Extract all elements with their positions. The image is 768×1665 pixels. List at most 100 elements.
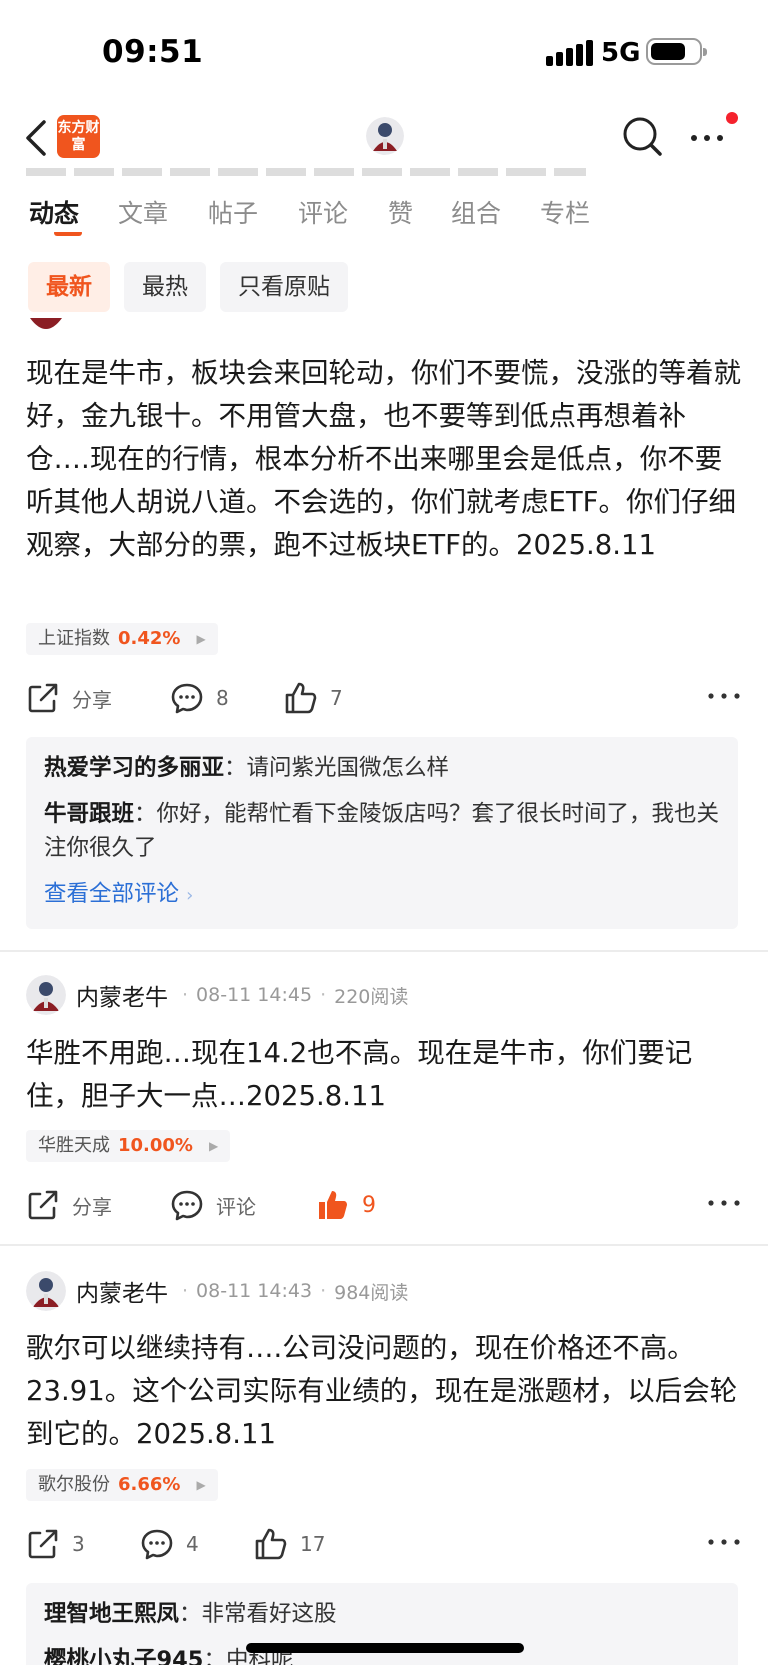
post-text[interactable]: 现在是牛市，板块会来回轮动，你们不要慌，没涨的等着就好，金九银十。不用管大盘，也…	[26, 352, 742, 567]
comment-author[interactable]: 热爱学习的多丽亚	[44, 755, 224, 781]
tab-likes[interactable]: 赞	[388, 194, 413, 230]
author-name[interactable]: 内蒙老牛	[76, 978, 168, 1012]
author-name[interactable]: 内蒙老牛	[76, 1274, 168, 1308]
tab-dynamics[interactable]: 动态	[29, 194, 79, 230]
share-label: 分享	[72, 687, 112, 712]
nav-bar: 东方财富	[0, 104, 768, 174]
search-icon[interactable]	[620, 114, 664, 160]
comment-button[interactable]: 4	[140, 1524, 199, 1564]
stock-name: 上证指数	[38, 628, 110, 649]
filter-hot[interactable]: 最热	[124, 262, 206, 312]
like-button[interactable]: 9	[316, 1185, 376, 1225]
tab-indicator	[54, 230, 82, 236]
stock-tag[interactable]: 上证指数 0.42% ▶	[26, 623, 218, 655]
play-icon: ▶	[208, 1139, 219, 1153]
comment-count: 8	[216, 686, 229, 710]
tab-posts[interactable]: 帖子	[208, 194, 258, 230]
post-actions: 分享 评论 9	[26, 1185, 742, 1225]
stock-tag[interactable]: 华胜天成 10.00% ▶	[26, 1130, 231, 1162]
post-header: 内蒙老牛 · 08-11 14:43 · 984阅读	[26, 1270, 408, 1312]
post-actions: 分享 8 7	[26, 678, 742, 718]
avatar[interactable]	[26, 975, 66, 1015]
post-time: 08-11 14:43	[196, 1280, 313, 1302]
comment-separator: ：	[134, 801, 157, 827]
comment-separator: ：	[179, 1601, 202, 1627]
more-icon[interactable]	[706, 1193, 742, 1213]
post-time: 08-11 14:45	[196, 984, 313, 1006]
notification-dot	[726, 112, 738, 124]
see-all-comments-link[interactable]: 查看全部评论 ›	[44, 877, 720, 913]
comment-icon	[141, 1529, 173, 1560]
separator-dot: ·	[320, 1280, 327, 1302]
post-text[interactable]: 歌尔可以继续持有….公司没问题的，现在价格还不高。23.91。这个公司实际有业绩…	[26, 1327, 742, 1456]
comment-label: 评论	[216, 1194, 256, 1219]
avatar[interactable]	[26, 1271, 66, 1311]
comment-icon	[171, 1190, 203, 1221]
tab-bar: 动态 文章 帖子 评论 赞 组合 专栏	[0, 176, 768, 240]
back-icon[interactable]	[22, 116, 52, 160]
share-icon	[28, 1190, 58, 1220]
filter-bar: 最新 最热 只看原贴	[28, 262, 348, 312]
comment-icon	[171, 683, 203, 714]
comment-text: 请问紫光国微怎么样	[246, 755, 450, 781]
battery-icon	[646, 38, 707, 65]
thumbs-up-icon	[285, 682, 317, 714]
thumbs-up-icon	[255, 1528, 287, 1560]
comment-button[interactable]: 评论	[170, 1185, 256, 1225]
share-button[interactable]: 分享	[26, 678, 112, 718]
comment-item[interactable]: 牛哥跟班：你好，能帮忙看下金陵饭店吗？套了很长时间了，我也关注你很久了	[44, 797, 720, 865]
share-button[interactable]: 3	[26, 1524, 85, 1564]
comment-button[interactable]: 8	[170, 678, 229, 718]
comment-text: 非常看好这股	[201, 1601, 337, 1627]
thumbs-up-filled-icon	[319, 1191, 347, 1219]
post-text[interactable]: 华胜不用跑…现在14.2也不高。现在是牛市，你们要记住，胆子大一点…2025.8…	[26, 1032, 742, 1118]
chevron-right-icon: ›	[186, 885, 194, 906]
comment-separator: ：	[203, 1647, 226, 1665]
network-label: 5G	[601, 38, 641, 68]
stock-name: 华胜天成	[38, 1135, 110, 1156]
see-all-label: 查看全部评论	[44, 881, 180, 907]
more-icon[interactable]	[706, 686, 742, 706]
like-count: 7	[330, 686, 343, 710]
post-actions: 3 4 17	[26, 1524, 742, 1564]
comment-author[interactable]: 牛哥跟班	[44, 801, 134, 827]
stock-change: 10.00%	[118, 1135, 193, 1156]
share-icon	[28, 683, 58, 713]
home-indicator[interactable]	[246, 1643, 524, 1653]
play-icon: ▶	[196, 632, 206, 646]
comment-item[interactable]: 热爱学习的多丽亚：请问紫光国微怎么样	[44, 751, 720, 785]
comment-author[interactable]: 理智地王熙凤	[44, 1601, 179, 1627]
app-logo[interactable]: 东方财富	[57, 115, 100, 158]
filter-original-only[interactable]: 只看原贴	[220, 262, 348, 312]
avatar[interactable]	[26, 318, 66, 332]
more-icon[interactable]	[706, 1532, 742, 1552]
share-button[interactable]: 分享	[26, 1185, 112, 1225]
avatar[interactable]	[366, 117, 404, 155]
like-count: 17	[300, 1532, 326, 1556]
comment-separator: ：	[224, 755, 247, 781]
post-header: 内蒙老牛 · 08-11 14:45 · 220阅读	[26, 974, 408, 1016]
divider	[0, 950, 768, 952]
stock-change: 0.42%	[118, 628, 181, 649]
stock-change: 6.66%	[118, 1474, 181, 1495]
comment-author[interactable]: 樱桃小丸子945	[44, 1647, 203, 1665]
like-count: 9	[362, 1192, 376, 1218]
tab-comments[interactable]: 评论	[298, 194, 348, 230]
like-button[interactable]: 7	[284, 678, 343, 718]
divider	[0, 1244, 768, 1246]
filter-latest[interactable]: 最新	[28, 262, 110, 312]
stock-tag[interactable]: 歌尔股份 6.66% ▶	[26, 1469, 218, 1501]
status-bar: 09:51 5G	[0, 0, 768, 104]
read-count: 220阅读	[334, 985, 409, 1008]
like-button[interactable]: 17	[254, 1524, 325, 1564]
play-icon: ▶	[196, 1478, 206, 1492]
separator-dot: ·	[320, 984, 327, 1006]
tab-column[interactable]: 专栏	[540, 194, 590, 230]
tab-articles[interactable]: 文章	[118, 194, 168, 230]
tab-portfolio[interactable]: 组合	[451, 194, 501, 230]
share-icon	[28, 1529, 58, 1559]
more-icon[interactable]	[686, 120, 736, 154]
signal-icon	[546, 40, 593, 66]
comment-preview: 热爱学习的多丽亚：请问紫光国微怎么样 牛哥跟班：你好，能帮忙看下金陵饭店吗？套了…	[26, 737, 738, 929]
comment-item[interactable]: 理智地王熙凤：非常看好这股	[44, 1597, 720, 1631]
